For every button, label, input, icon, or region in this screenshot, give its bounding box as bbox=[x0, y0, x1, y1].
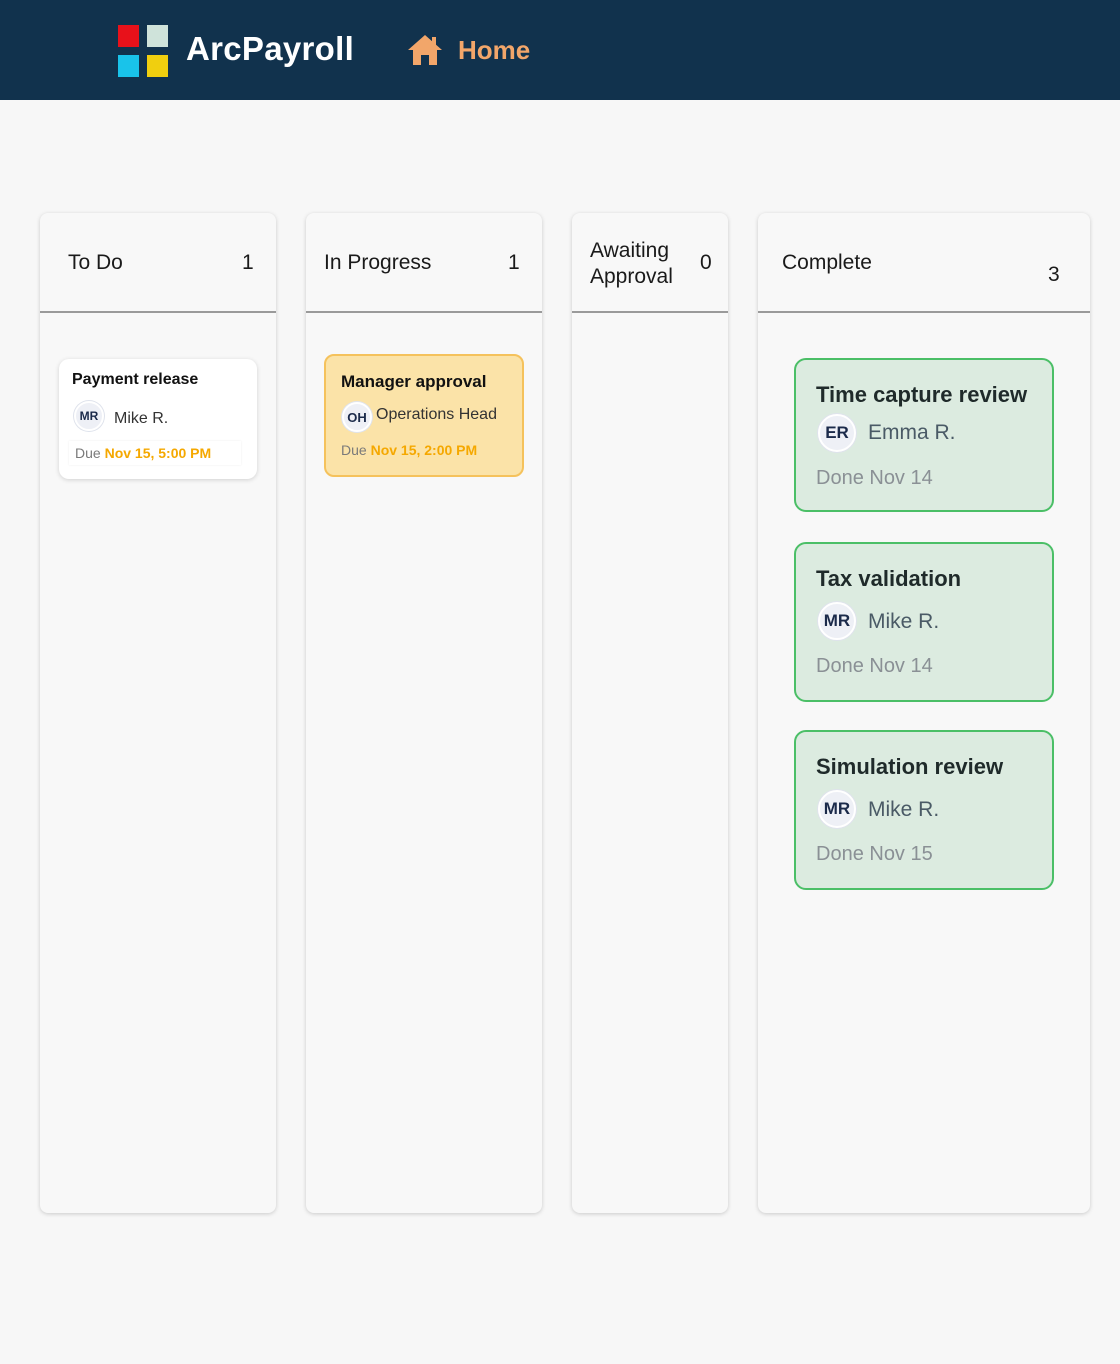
card-title: Simulation review bbox=[816, 754, 1004, 779]
column-count: 1 bbox=[508, 251, 520, 274]
logo-square-cyan bbox=[118, 55, 139, 77]
column-in-progress: In Progress 1 Manager approval OH Operat… bbox=[306, 213, 542, 1213]
column-complete: Complete 3 Time capture review ER Emma R… bbox=[758, 213, 1090, 1213]
completion-status: Done Nov 14 bbox=[816, 655, 933, 677]
avatar: MR bbox=[818, 602, 856, 640]
task-card-time-capture-review[interactable]: Time capture review ER Emma R. Done Nov … bbox=[794, 358, 1054, 512]
column-header: Awaiting Approval 0 bbox=[572, 213, 728, 313]
task-card-payment-release[interactable]: Payment release MR Mike R. Due Nov 15, 5… bbox=[59, 359, 257, 479]
column-count: 3 bbox=[1048, 263, 1060, 286]
column-title: To Do bbox=[68, 251, 123, 274]
column-header: In Progress 1 bbox=[306, 213, 542, 313]
column-title: Complete bbox=[782, 251, 872, 274]
column-to-do: To Do 1 Payment release MR Mike R. Due N… bbox=[40, 213, 276, 1213]
card-title: Tax validation bbox=[816, 566, 962, 591]
logo-square-yellow bbox=[147, 55, 168, 77]
column-title: In Progress bbox=[324, 251, 432, 274]
column-count: 1 bbox=[242, 251, 254, 274]
logo-square-mint bbox=[147, 25, 168, 47]
column-title: Awaiting Approval bbox=[590, 239, 673, 288]
assignee-name: Operations Head bbox=[376, 406, 497, 423]
arcpayroll-logo-icon[interactable] bbox=[118, 25, 168, 77]
due-date-row: Due Nov 15, 5:00 PM bbox=[69, 441, 241, 465]
logo-square-red bbox=[118, 25, 139, 47]
assignee-name: Mike R. bbox=[114, 410, 169, 427]
due-label: Due bbox=[341, 442, 367, 458]
due-date-row: Due Nov 15, 2:00 PM bbox=[341, 442, 477, 458]
task-card-manager-approval[interactable]: Manager approval OH Operations Head Due … bbox=[324, 354, 524, 477]
avatar: MR bbox=[74, 401, 104, 431]
top-navigation-bar: ArcPayroll Home bbox=[0, 0, 1120, 100]
assignee-name: Mike R. bbox=[868, 610, 940, 633]
task-card-simulation-review[interactable]: Simulation review MR Mike R. Done Nov 15 bbox=[794, 730, 1054, 890]
card-title: Manager approval bbox=[341, 372, 487, 391]
home-icon bbox=[408, 35, 442, 65]
task-card-tax-validation[interactable]: Tax validation MR Mike R. Done Nov 14 bbox=[794, 542, 1054, 702]
avatar: OH bbox=[342, 402, 372, 432]
avatar: ER bbox=[818, 414, 856, 452]
completion-status: Done Nov 15 bbox=[816, 843, 933, 865]
home-nav-link[interactable]: Home bbox=[406, 32, 530, 68]
completion-status: Done Nov 14 bbox=[816, 467, 933, 489]
app-name[interactable]: ArcPayroll bbox=[186, 30, 354, 68]
column-header: To Do 1 bbox=[40, 213, 276, 313]
assignee-name: Emma R. bbox=[868, 421, 956, 444]
card-title: Time capture review bbox=[816, 382, 1028, 407]
due-date: Nov 15, 2:00 PM bbox=[370, 442, 478, 458]
home-label: Home bbox=[458, 34, 531, 65]
card-title: Payment release bbox=[72, 371, 199, 388]
column-count: 0 bbox=[700, 251, 712, 274]
column-header: Complete 3 bbox=[758, 213, 1090, 313]
due-date: Nov 15, 5:00 PM bbox=[104, 445, 212, 461]
column-awaiting-approval: Awaiting Approval 0 bbox=[572, 213, 728, 1213]
avatar: MR bbox=[818, 790, 856, 828]
due-label: Due bbox=[75, 445, 101, 461]
assignee-name: Mike R. bbox=[868, 798, 940, 821]
